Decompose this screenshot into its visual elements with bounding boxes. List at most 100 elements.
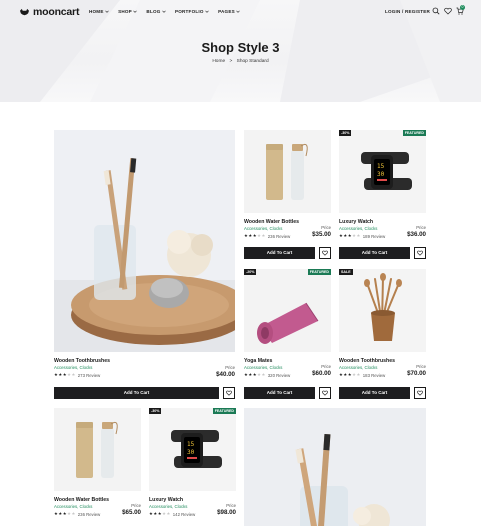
star-icon: ★ (162, 511, 166, 516)
product-category[interactable]: Accessories, Clocks (244, 365, 282, 370)
top-navigation: mooncart HOME SHOP BLOG PORTFOLIO PAGES (0, 0, 481, 24)
star-icon: ★ (54, 372, 58, 377)
product-image-water-bottles[interactable] (244, 130, 331, 213)
rating-stars: ★ ★ ★ ★ ★ 189 Review (339, 233, 385, 239)
product-card: SALE Wooden Toothbrushes Accessories, Cl… (339, 269, 426, 400)
star-icon: ★ (244, 372, 248, 377)
product-image-toothbrushes[interactable] (54, 130, 235, 352)
svg-text:15: 15 (377, 163, 385, 170)
product-card: Wooden Water Bottles Accessories, Clocks… (54, 408, 141, 526)
menu-item-shop[interactable]: SHOP (118, 9, 138, 14)
rating-stars: ★ ★ ★ ★ ★ 236 Review (54, 511, 100, 517)
review-count: 142 Review (172, 511, 196, 517)
water-bottle-photo (54, 408, 141, 491)
heart-icon (417, 390, 423, 396)
menu-item-pages[interactable]: PAGES (218, 9, 241, 14)
menu-label: SHOP (118, 9, 132, 14)
add-to-cart-button[interactable]: Add To Cart (54, 387, 219, 399)
watch-photo: 15 30 (339, 130, 426, 213)
wooden-utensils-photo (339, 269, 426, 352)
star-icon: ★ (71, 372, 76, 377)
brand-logo[interactable]: mooncart (19, 6, 79, 18)
add-to-cart-button[interactable]: Add To Cart (244, 387, 315, 399)
add-to-cart-button[interactable]: Add To Cart (339, 247, 410, 259)
product-image-toothbrushes[interactable] (244, 408, 426, 526)
review-count: 273 Review (77, 372, 101, 378)
product-category[interactable]: Accessories, Clocks (339, 365, 377, 370)
menu-item-home[interactable]: HOME (89, 9, 109, 14)
page-header: mooncart HOME SHOP BLOG PORTFOLIO PAGES (0, 0, 481, 102)
star-icon: ★ (356, 372, 361, 377)
product-category[interactable]: Accessories, Clocks (54, 365, 92, 370)
menu-label: BLOG (146, 9, 161, 14)
add-to-cart-button[interactable]: Add To Cart (339, 387, 410, 399)
heart-icon (226, 390, 232, 396)
price-label: Price (131, 503, 141, 508)
toothbrush-photo (54, 130, 235, 352)
product-image-luxury-watch[interactable]: 15 30 (149, 408, 236, 491)
breadcrumb-current: Shop Standard (236, 59, 269, 64)
brand-name: mooncart (33, 6, 80, 18)
star-icon: ★ (339, 372, 343, 377)
star-icon: ★ (244, 233, 248, 238)
product-category[interactable]: Accessories, Clocks (54, 504, 92, 509)
review-count: 236 Review (267, 233, 291, 239)
menu-item-blog[interactable]: BLOG (146, 9, 166, 14)
product-image-water-bottles[interactable] (54, 408, 141, 491)
chevron-down-icon (162, 10, 166, 13)
rating-stars: ★ ★ ★ ★ ★ 142 Review (149, 511, 195, 517)
product-name[interactable]: Luxury Watch (339, 219, 373, 225)
breadcrumb-separator: > (229, 59, 233, 64)
star-icon: ★ (58, 511, 63, 516)
product-category[interactable]: Accessories, Clocks (339, 226, 377, 231)
product-name[interactable]: Wooden Toothbrushes (54, 358, 110, 364)
wishlist-button[interactable] (319, 387, 331, 399)
product-name[interactable]: Yoga Mates (244, 358, 272, 364)
star-icon: ★ (67, 372, 71, 377)
star-icon: ★ (153, 511, 158, 516)
discount-badge: -20% (244, 269, 257, 275)
heart-icon[interactable] (444, 7, 452, 15)
breadcrumb-home[interactable]: Home (212, 59, 225, 64)
review-count: 320 Review (267, 372, 291, 378)
yoga-mat-photo (244, 269, 331, 352)
rating-stars: ★ ★ ★ ★ ★ 320 Review (244, 372, 290, 378)
wishlist-button[interactable] (319, 247, 331, 259)
product-price: $40.00 (216, 371, 235, 378)
product-image-yoga-mat[interactable] (244, 269, 331, 352)
product-price: $35.00 (312, 231, 331, 238)
wishlist-button[interactable] (223, 387, 235, 399)
price-label: Price (321, 364, 331, 369)
add-to-cart-button[interactable]: Add To Cart (244, 247, 315, 259)
search-icon[interactable] (432, 7, 440, 15)
product-name[interactable]: Wooden Water Bottles (244, 219, 299, 225)
rating-stars: ★ ★ ★ ★ ★ 236 Review (244, 233, 290, 239)
svg-text:15: 15 (187, 441, 195, 448)
star-icon: ★ (347, 233, 352, 238)
product-category[interactable]: Accessories, Clocks (149, 504, 187, 509)
price-label: Price (416, 364, 426, 369)
star-icon: ★ (248, 372, 253, 377)
featured-badge: FEATURED (402, 130, 426, 136)
star-icon: ★ (149, 511, 153, 516)
svg-text:30: 30 (187, 449, 195, 456)
star-icon: ★ (252, 372, 257, 377)
product-category[interactable]: Accessories, Clocks (244, 226, 282, 231)
menu-item-portfolio[interactable]: PORTFOLIO (175, 9, 209, 14)
cart-count-badge: 0 (460, 5, 465, 10)
star-icon: ★ (343, 233, 348, 238)
review-count: 236 Review (77, 511, 101, 517)
product-name[interactable]: Wooden Water Bottles (54, 497, 109, 503)
product-image-wooden-utensils[interactable] (339, 269, 426, 352)
product-price: $98.00 (217, 509, 236, 516)
wishlist-button[interactable] (414, 247, 426, 259)
login-register-link[interactable]: LOGIN / REGISTER (385, 9, 430, 14)
product-price: $60.00 (312, 370, 331, 377)
product-name[interactable]: Wooden Toothbrushes (339, 358, 395, 364)
product-name[interactable]: Luxury Watch (149, 497, 183, 503)
product-image-luxury-watch[interactable]: 15 30 (339, 130, 426, 213)
rating-stars: ★ ★ ★ ★ ★ 183 Review (339, 372, 385, 378)
price-label: Price (321, 225, 331, 230)
toothbrush-photo (244, 408, 426, 526)
wishlist-button[interactable] (414, 387, 426, 399)
